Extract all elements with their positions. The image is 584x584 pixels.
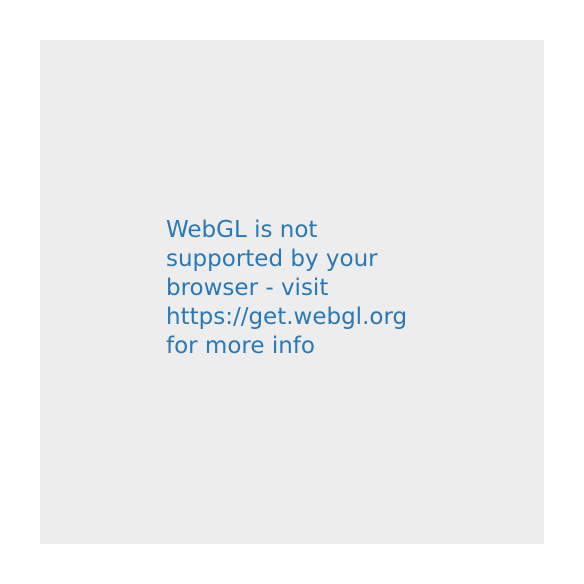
webgl-canvas-placeholder: WebGL is not supported by your browser -… bbox=[40, 40, 544, 544]
message-line-1: WebGL is not bbox=[166, 217, 318, 243]
webgl-not-supported-message: WebGL is not supported by your browser -… bbox=[166, 216, 426, 361]
message-line-2: supported by your bbox=[166, 246, 378, 272]
message-line-3: browser - visit bbox=[166, 275, 329, 301]
webgl-info-url: https://get.webgl.org bbox=[166, 304, 408, 330]
message-line-5: for more info bbox=[166, 333, 315, 359]
